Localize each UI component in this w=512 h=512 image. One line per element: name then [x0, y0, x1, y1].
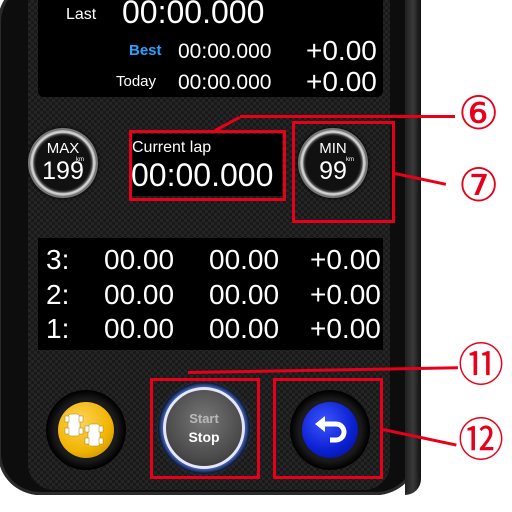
- mode-button[interactable]: [46, 390, 126, 470]
- sector-index: 3:: [46, 244, 70, 275]
- sector-time-b: 00.00: [209, 244, 280, 275]
- karts-icon: [64, 413, 104, 447]
- today-time: 00:00.000: [178, 71, 272, 94]
- sector-time-b: 00.00: [209, 279, 280, 310]
- best-diff: +0.00: [306, 35, 377, 66]
- callout-7: ⑦: [458, 159, 500, 211]
- current-lap-highlight: [129, 130, 286, 201]
- today-label: Today: [116, 73, 157, 90]
- back-button-highlight: [273, 378, 383, 479]
- today-diff: +0.00: [306, 66, 377, 97]
- sector-index: 1:: [46, 313, 70, 344]
- sector-time-a: 00.00: [104, 279, 175, 310]
- best-label: Best: [129, 42, 162, 59]
- sector-index: 2:: [46, 279, 70, 310]
- max-speed-gauge: MAX 199 km: [30, 130, 96, 196]
- max-value: 199: [42, 157, 84, 185]
- max-label: MAX: [46, 140, 80, 157]
- min-gauge-highlight: [292, 121, 395, 223]
- sector-diff: +0.00: [310, 279, 381, 310]
- callout-12: ⑫: [458, 414, 504, 466]
- sector-time-a: 00.00: [104, 244, 175, 275]
- phone-edge: [405, 0, 421, 495]
- callout-6: ⑥: [458, 87, 500, 139]
- callout-11: ⑪: [458, 339, 504, 391]
- best-time: 00:00.000: [178, 40, 272, 63]
- start-stop-highlight: [150, 378, 260, 479]
- sector-time-b: 00.00: [209, 313, 280, 344]
- max-unit: km: [76, 157, 84, 163]
- mode-button-face: [58, 402, 114, 458]
- last-label: Last: [66, 6, 97, 23]
- last-time: 00:00.000: [122, 0, 265, 30]
- callout-6-line-h: [240, 115, 455, 118]
- sector-diff: +0.00: [310, 244, 381, 275]
- sector-time-a: 00.00: [104, 313, 175, 344]
- sector-diff: +0.00: [310, 313, 381, 344]
